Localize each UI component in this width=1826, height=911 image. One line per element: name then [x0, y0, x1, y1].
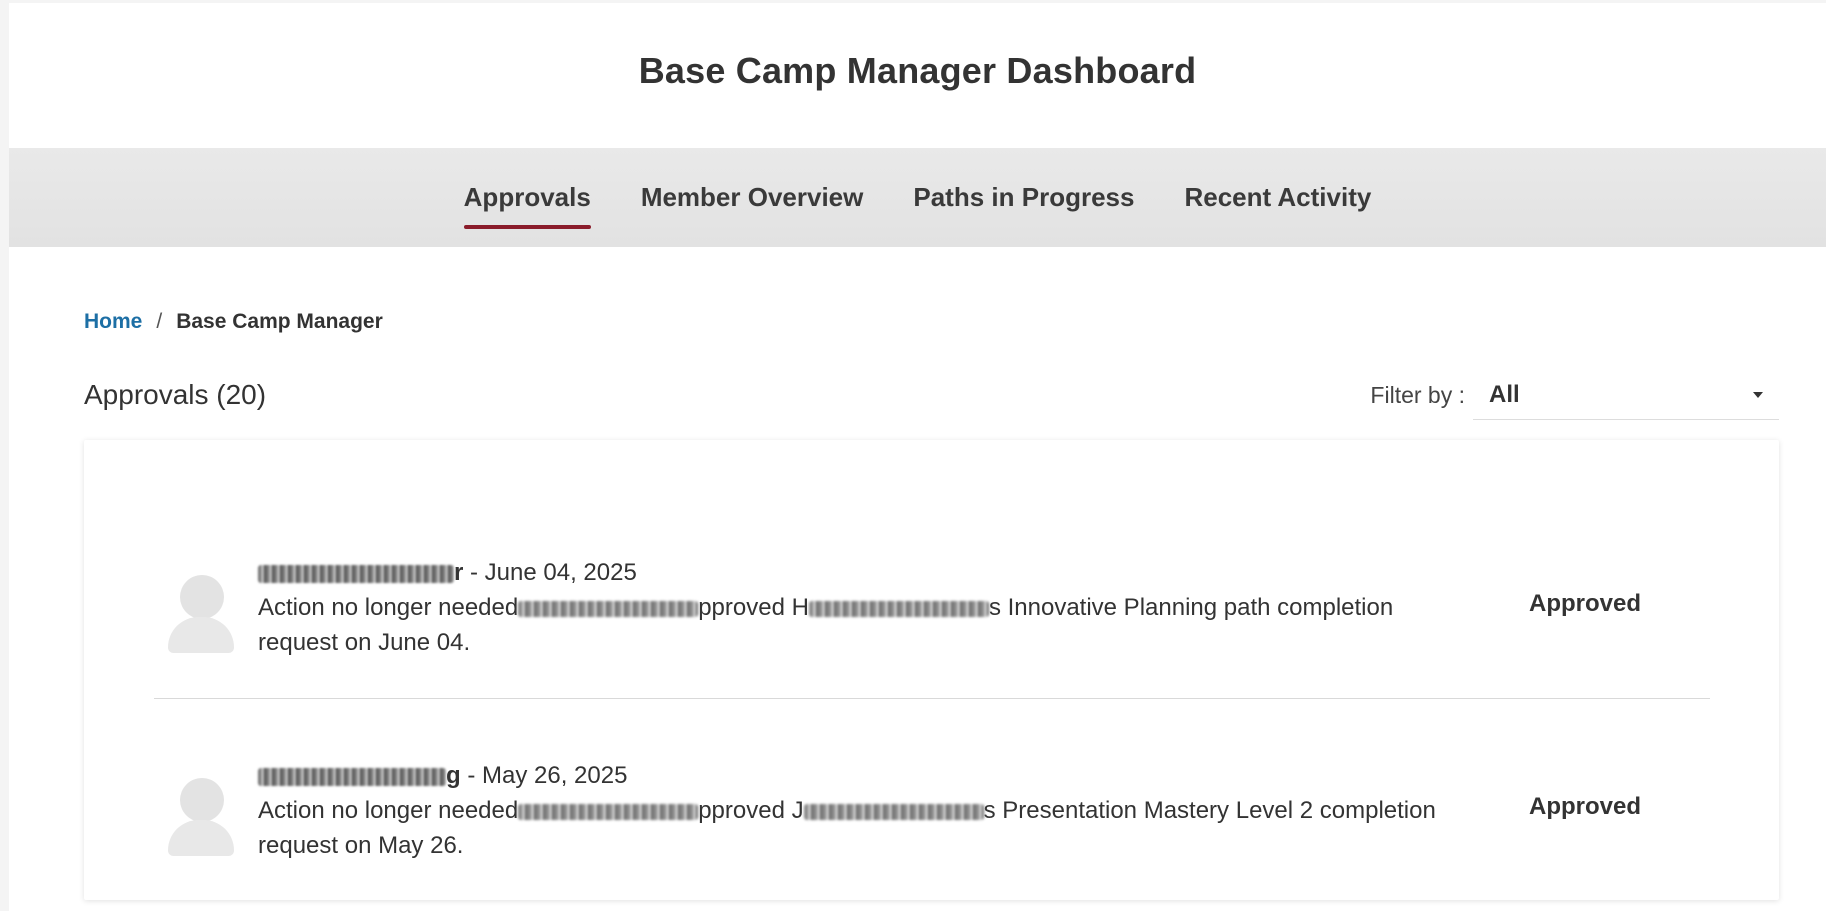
item-date: - June 04, 2025 — [463, 559, 637, 586]
desc-start: Action no longer needed — [258, 594, 519, 621]
redacted-name — [803, 803, 984, 820]
item-title: g - May 26, 2025 — [258, 758, 1438, 793]
breadcrumb-home-link[interactable]: Home — [84, 310, 142, 334]
breadcrumb-separator: / — [156, 310, 163, 333]
status-badge: Approved — [1529, 590, 1642, 617]
avatar — [168, 575, 234, 655]
redacted-name — [518, 803, 699, 820]
avatar — [168, 778, 234, 858]
item-description: Action no longer needed pproved Js Presen… — [258, 793, 1438, 863]
page-title: Base Camp Manager Dashboard — [638, 49, 1197, 91]
item-date: - May 26, 2025 — [460, 762, 628, 789]
filter-select-value: All — [1489, 380, 1520, 408]
desc-mid: pproved J — [698, 797, 804, 824]
divider — [154, 698, 1710, 699]
tab-paths-in-progress[interactable]: Paths in Progress — [913, 176, 1134, 219]
redacted-name — [258, 564, 454, 583]
redacted-name — [258, 767, 446, 786]
item-text: r - June 04, 2025 Action no longer neede… — [258, 555, 1438, 660]
tab-approvals[interactable]: Approvals — [463, 176, 591, 229]
breadcrumb-current: Base Camp Manager — [176, 310, 383, 333]
item-text: g - May 26, 2025 Action no longer needed… — [258, 758, 1438, 863]
redacted-name — [518, 600, 699, 617]
tab-bar: Approvals Member Overview Paths in Progr… — [9, 148, 1826, 247]
filter-select[interactable]: All — [1473, 370, 1779, 420]
filter-control: Filter by : All — [1370, 370, 1779, 420]
item-name-suffix: r — [454, 559, 464, 586]
desc-mid: pproved H — [698, 594, 809, 621]
tab-recent-activity[interactable]: Recent Activity — [1184, 176, 1371, 219]
item-title: r - June 04, 2025 — [258, 555, 1438, 590]
redacted-name — [808, 600, 989, 617]
item-description: Action no longer needed pproved Hs Innova… — [258, 590, 1438, 660]
status-badge: Approved — [1529, 793, 1642, 820]
approvals-header: Approvals (20) Filter by : All — [84, 370, 1779, 420]
page: Base Camp Manager Dashboard Approvals Me… — [9, 3, 1826, 911]
filter-label: Filter by : — [1370, 381, 1465, 408]
item-name-suffix: g — [446, 762, 461, 789]
main-content: Home / Base Camp Manager Approvals (20) … — [9, 310, 1826, 900]
breadcrumb: Home / Base Camp Manager — [84, 310, 1826, 334]
tab-member-overview[interactable]: Member Overview — [641, 176, 864, 219]
approvals-heading: Approvals (20) — [84, 379, 267, 410]
approvals-list: r - June 04, 2025 Action no longer neede… — [84, 440, 1779, 900]
caret-down-icon — [1753, 391, 1763, 398]
title-bar: Base Camp Manager Dashboard — [9, 3, 1826, 148]
desc-start: Action no longer needed — [258, 797, 519, 824]
